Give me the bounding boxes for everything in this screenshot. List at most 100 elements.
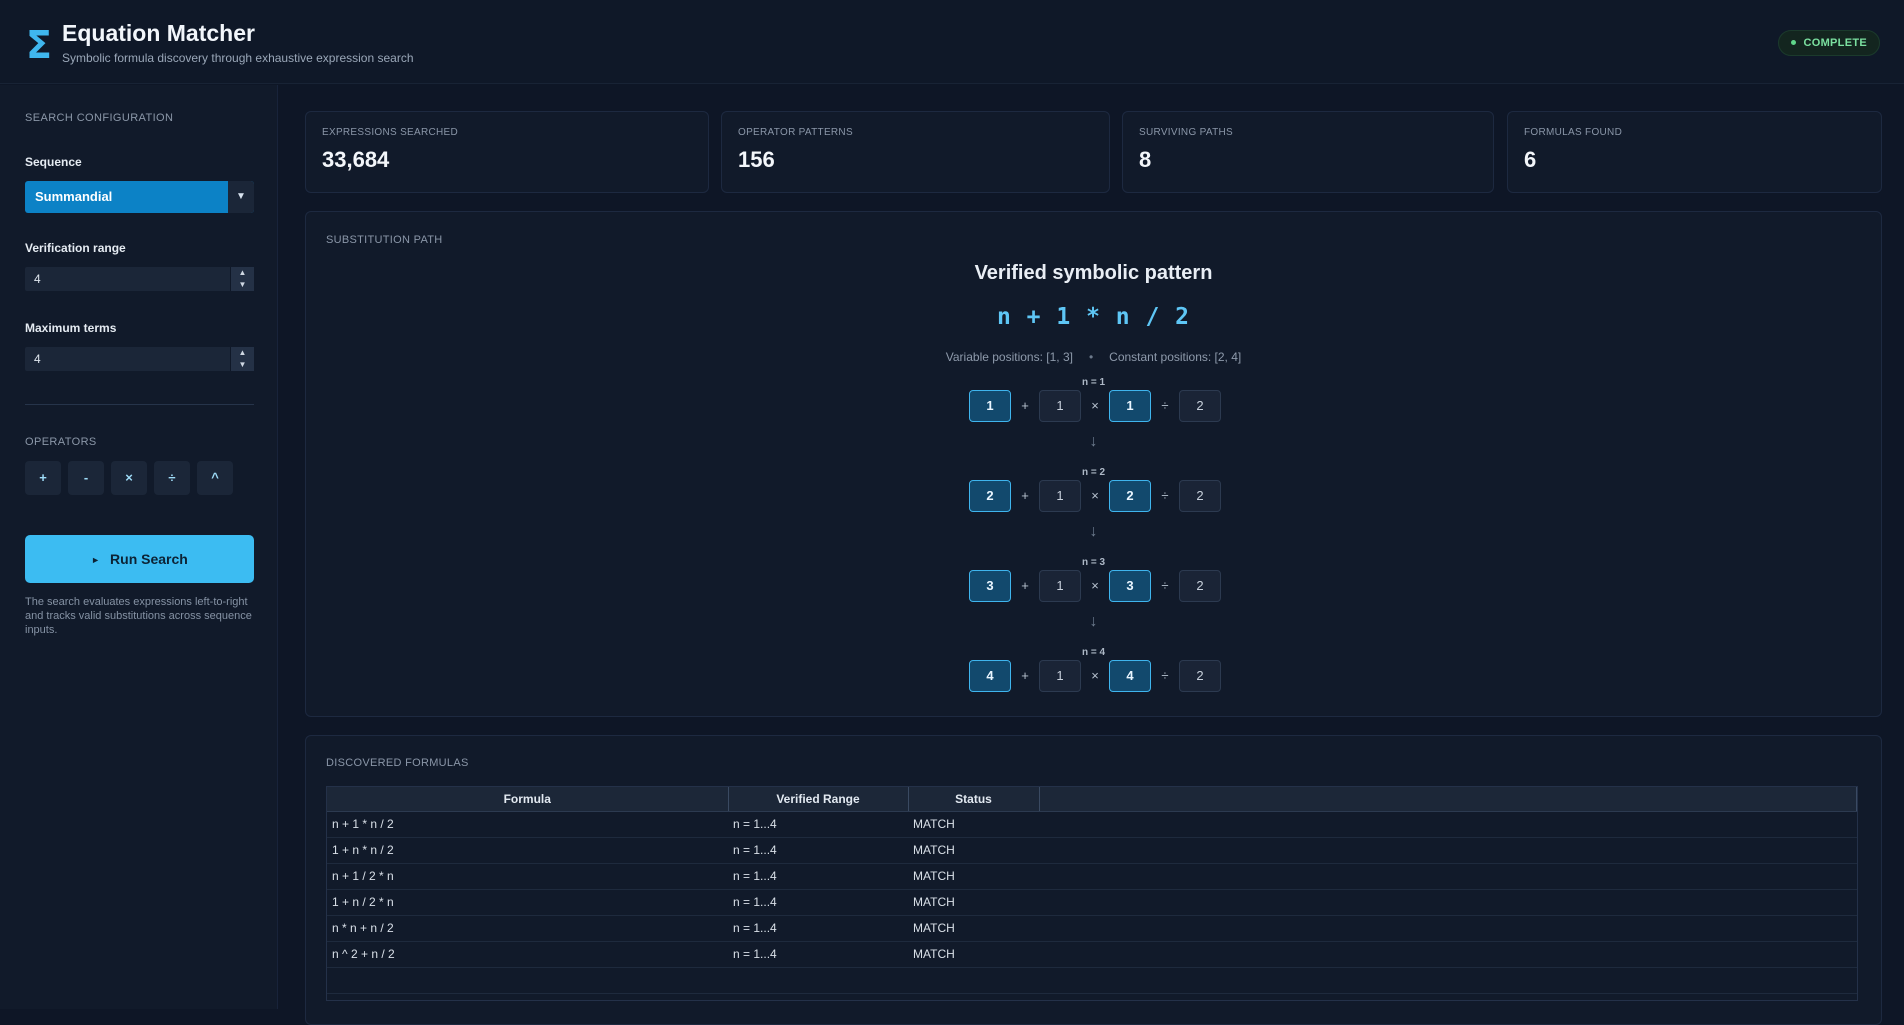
table-row[interactable]: n ^ 2 + n / 2n = 1...4 MATCH xyxy=(327,941,1857,968)
table-row[interactable]: 1 + n / 2 * nn = 1...4 MATCH xyxy=(327,889,1857,916)
pattern-expression: n + 1 * n / 2 xyxy=(996,304,1190,330)
sequence-select[interactable]: Summandial ▼ xyxy=(25,181,254,213)
stat-label: SURVIVING PATHS xyxy=(1139,127,1233,138)
formula-cell: 1 + n / 2 * n xyxy=(327,889,728,916)
operator-symbol: ÷ xyxy=(1161,398,1169,413)
step-label: n = 3 xyxy=(1081,557,1106,568)
step-label: n = 2 xyxy=(1081,467,1106,478)
stat-value: 8 xyxy=(1139,147,1152,172)
column-header-status[interactable]: Status xyxy=(908,787,1040,812)
range-cell: n = 1...4 xyxy=(728,915,908,942)
empty-cell xyxy=(1039,863,1857,890)
status-badge: COMPLETE xyxy=(1778,30,1880,56)
formulas-table-container: Formula Verified Range Status n + 1 * n … xyxy=(326,786,1858,1001)
substitution-heading: SUBSTITUTION PATH xyxy=(326,234,443,246)
stepper-up-icon[interactable]: ▲ xyxy=(231,347,254,359)
operator-symbol: + xyxy=(1021,578,1029,593)
play-icon: ► xyxy=(91,555,101,565)
arrow-down-icon: ↓ xyxy=(1089,523,1098,540)
status-text: COMPLETE xyxy=(1803,37,1867,49)
table-row[interactable]: n + 1 / 2 * nn = 1...4 MATCH xyxy=(327,863,1857,890)
status-cell: MATCH xyxy=(908,941,1039,968)
variable-positions: Variable positions: [1, 3] xyxy=(945,350,1073,364)
range-input[interactable]: 4 ▲ ▼ xyxy=(25,267,254,291)
table-row[interactable]: 1 + n * n / 2n = 1...4 MATCH xyxy=(327,837,1857,864)
operator-symbol: × xyxy=(1091,398,1099,413)
status-cell: MATCH xyxy=(908,915,1039,942)
empty-cell xyxy=(1039,915,1857,942)
sidebar-divider xyxy=(25,404,254,405)
pattern-title: Verified symbolic pattern xyxy=(974,262,1213,284)
terms-value: 4 xyxy=(34,352,41,366)
stepper-up-icon[interactable]: ▲ xyxy=(231,267,254,279)
variable-token: 4 xyxy=(969,660,1011,692)
column-header-formula[interactable]: Formula xyxy=(327,787,729,812)
stat-label: EXPRESSIONS SEARCHED xyxy=(322,127,459,138)
range-label: Verification range xyxy=(25,241,126,255)
table-row[interactable]: n * n + n / 2n = 1...4 MATCH xyxy=(327,915,1857,942)
chevron-down-icon[interactable]: ▼ xyxy=(228,181,254,213)
formula-cell: n * n + n / 2 xyxy=(327,915,728,942)
formulas-table: Formula Verified Range Status n + 1 * n … xyxy=(327,787,1857,994)
terms-stepper[interactable]: ▲ ▼ xyxy=(230,347,254,371)
discovered-formulas-panel: DISCOVERED FORMULAS Formula Verified Ran… xyxy=(305,735,1882,1025)
operator-symbol: ÷ xyxy=(1161,488,1169,503)
operator-symbol: + xyxy=(1021,488,1029,503)
stat-card-paths: SURVIVING PATHS 8 xyxy=(1122,111,1494,193)
substitution-path-panel: SUBSTITUTION PATH Verified symbolic patt… xyxy=(305,211,1882,717)
variable-token: 4 xyxy=(1109,660,1151,692)
terms-label: Maximum terms xyxy=(25,321,117,335)
sequence-label: Sequence xyxy=(25,155,82,169)
constant-token: 2 xyxy=(1179,660,1221,692)
app-subtitle: Symbolic formula discovery through exhau… xyxy=(62,51,414,65)
substitution-step: n = 4 4 +1 × 4 ÷ 2 xyxy=(306,647,1881,707)
range-cell: n = 1...4 xyxy=(728,863,908,890)
stepper-down-icon[interactable]: ▼ xyxy=(231,279,254,291)
stepper-down-icon[interactable]: ▼ xyxy=(231,359,254,371)
constant-token: 1 xyxy=(1039,480,1081,512)
sequence-value: Summandial xyxy=(35,189,113,204)
positions-separator: • xyxy=(1088,350,1094,364)
operator-symbol: × xyxy=(1091,488,1099,503)
column-header-range[interactable]: Verified Range xyxy=(728,787,909,812)
step-label: n = 4 xyxy=(1081,647,1106,658)
empty-cell xyxy=(908,967,1039,994)
range-cell: n = 1...4 xyxy=(728,889,908,916)
constant-token: 2 xyxy=(1179,480,1221,512)
operator-multiply-button[interactable]: × xyxy=(111,461,147,495)
table-row-empty xyxy=(327,967,1857,994)
table-row[interactable]: n + 1 * n / 2n = 1...4 MATCH xyxy=(327,811,1857,838)
empty-cell xyxy=(1039,811,1857,838)
variable-token: 2 xyxy=(1109,480,1151,512)
operator-symbol: ÷ xyxy=(1161,668,1169,683)
formula-cell: n + 1 / 2 * n xyxy=(327,863,728,890)
range-stepper[interactable]: ▲ ▼ xyxy=(230,267,254,291)
operator-power-button[interactable]: ^ xyxy=(197,461,233,495)
operator-divide-button[interactable]: ÷ xyxy=(154,461,190,495)
top-bar: Σ Equation Matcher Symbolic formula disc… xyxy=(0,0,1904,84)
operator-symbol: ÷ xyxy=(1161,578,1169,593)
empty-cell xyxy=(1039,967,1857,994)
range-value: 4 xyxy=(34,272,41,286)
app-title: Equation Matcher xyxy=(62,20,255,46)
search-help-text: The search evaluates expressions left-to… xyxy=(25,596,252,636)
stat-label: FORMULAS FOUND xyxy=(1524,127,1623,138)
operator-symbol: × xyxy=(1091,668,1099,683)
range-cell: n = 1...4 xyxy=(728,941,908,968)
stat-value: 33,684 xyxy=(322,147,390,172)
status-dot-icon xyxy=(1791,39,1797,45)
stat-label: OPERATOR PATTERNS xyxy=(738,127,853,138)
stat-card-formulas: FORMULAS FOUND 6 xyxy=(1507,111,1882,193)
range-cell: n = 1...4 xyxy=(728,811,908,838)
terms-input[interactable]: 4 ▲ ▼ xyxy=(25,347,254,371)
operator-minus-button[interactable]: - xyxy=(68,461,104,495)
stat-card-patterns: OPERATOR PATTERNS 156 xyxy=(721,111,1110,193)
operator-plus-button[interactable]: + xyxy=(25,461,61,495)
constant-positions: Constant positions: [2, 4] xyxy=(1109,350,1242,364)
run-search-button[interactable]: ► Run Search xyxy=(25,535,254,583)
operator-symbol: × xyxy=(1091,578,1099,593)
status-cell: MATCH xyxy=(908,811,1039,838)
column-header-empty xyxy=(1039,787,1857,812)
variable-token: 1 xyxy=(969,390,1011,422)
formula-cell: 1 + n * n / 2 xyxy=(327,837,728,864)
